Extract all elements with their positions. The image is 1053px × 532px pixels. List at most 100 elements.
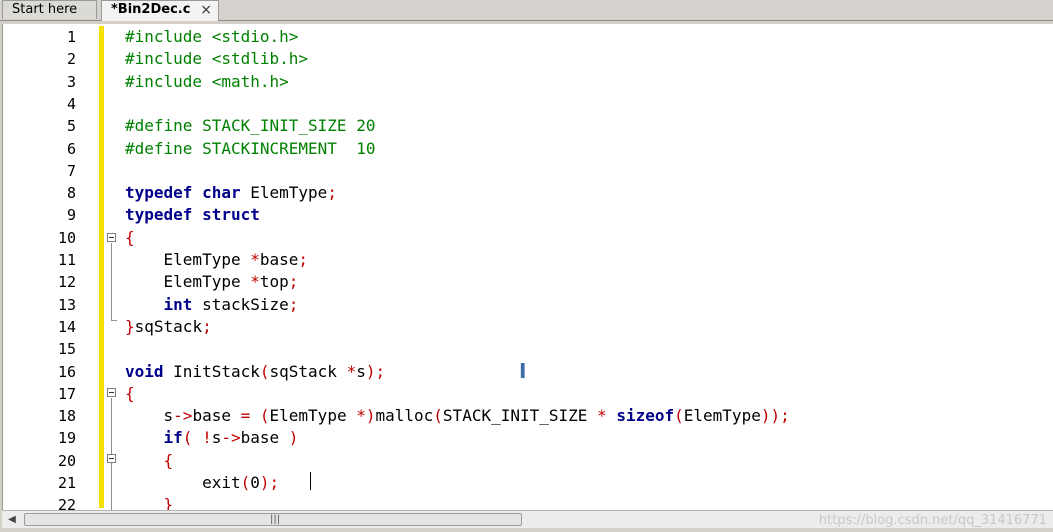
- code-token: exit: [125, 473, 241, 492]
- code-token: *: [250, 272, 260, 292]
- fold-guide: [111, 243, 112, 320]
- code-line[interactable]: 17 {: [3, 383, 1053, 405]
- code-token: (: [259, 361, 270, 381]
- code-token: STACK_INIT_SIZE: [442, 406, 598, 426]
- line-number: 14: [57, 317, 76, 336]
- code-line[interactable]: 18 s->base = (ElemType *)malloc(STACK_IN…: [3, 405, 1053, 427]
- tab-label: Start here: [12, 2, 78, 17]
- code-token: *): [356, 406, 376, 426]
- line-number: 16: [57, 362, 76, 381]
- code-line[interactable]: 19 if( !s->base ): [3, 427, 1053, 449]
- code-line[interactable]: 15: [3, 338, 1053, 360]
- code-token: #define STACKINCREMENT 10: [125, 138, 376, 158]
- code-token: ->: [173, 406, 193, 426]
- scroll-left-arrow-icon[interactable]: ◀: [4, 512, 20, 528]
- code-text: {: [125, 227, 135, 249]
- fold-minus-icon[interactable]: [107, 454, 116, 463]
- code-line[interactable]: 3 #include <math.h>: [3, 71, 1053, 93]
- code-token: #define STACK_INIT_SIZE 20: [125, 116, 376, 136]
- code-token: ;: [288, 294, 299, 314]
- code-text: }sqStack;: [125, 316, 212, 338]
- code-token: {: [125, 227, 135, 247]
- code-token: #include <stdlib.h>: [125, 49, 309, 69]
- window-bottom-edge: [0, 528, 1053, 532]
- code-text: ElemType *base;: [125, 249, 309, 271]
- line-number: 18: [57, 407, 76, 426]
- fold-end-marker: [111, 320, 117, 321]
- code-line[interactable]: 11 ElemType *base;: [3, 249, 1053, 271]
- line-number: 10: [57, 228, 76, 247]
- fold-minus-icon[interactable]: [107, 233, 116, 242]
- code-line[interactable]: 4: [3, 93, 1053, 115]
- line-number: 5: [66, 117, 76, 136]
- code-text: #include <stdlib.h>: [125, 48, 308, 70]
- code-token: s: [356, 361, 366, 381]
- code-token: ;: [202, 316, 212, 336]
- line-number: 17: [57, 384, 76, 403]
- code-token: {: [125, 450, 174, 470]
- code-token: {: [125, 383, 135, 403]
- code-token: ));: [760, 406, 790, 426]
- code-token: sqStack: [134, 316, 203, 336]
- code-token: ElemType: [683, 406, 761, 426]
- code-line[interactable]: 10 {: [3, 227, 1053, 249]
- code-line[interactable]: 14 }sqStack;: [3, 316, 1053, 338]
- tab-bin2dec[interactable]: *Bin2Dec.c ×: [101, 0, 219, 21]
- code-line[interactable]: 6 #define STACKINCREMENT 10: [3, 138, 1053, 160]
- code-line[interactable]: 12 ElemType *top;: [3, 271, 1053, 293]
- code-token: base: [240, 428, 289, 448]
- code-token: ElemType: [240, 183, 328, 203]
- close-icon[interactable]: ×: [200, 1, 212, 19]
- code-token: sqStack: [269, 361, 347, 381]
- line-number: 11: [57, 251, 76, 269]
- watermark: https://blog.csdn.net/qq_31416771: [818, 513, 1047, 528]
- code-line[interactable]: 1 #include <stdio.h>: [3, 26, 1053, 48]
- code-token: ElemType: [125, 272, 251, 292]
- tab-bar: Start here *Bin2Dec.c ×: [0, 0, 1053, 21]
- code-token: (: [674, 406, 684, 426]
- fold-minus-icon[interactable]: [107, 388, 116, 397]
- code-token: malloc: [375, 406, 434, 426]
- line-number: 6: [66, 139, 76, 158]
- code-token: }: [125, 495, 174, 510]
- tab-start-here[interactable]: Start here: [2, 0, 97, 19]
- line-number: 19: [57, 429, 76, 448]
- line-number: 20: [57, 451, 76, 470]
- code-token: typedef: [125, 183, 193, 203]
- code-token: int: [125, 294, 193, 314]
- code-token: (: [250, 406, 270, 426]
- code-line[interactable]: 21 exit(0);: [3, 472, 1053, 494]
- code-text: #include <math.h>: [125, 71, 289, 93]
- scrollbar-thumb[interactable]: |||: [24, 513, 522, 526]
- code-line[interactable]: 5 #define STACK_INIT_SIZE 20: [3, 115, 1053, 137]
- code-text: {: [125, 450, 174, 472]
- line-number: 22: [57, 496, 76, 510]
- line-number: 7: [66, 161, 76, 180]
- code-token: void: [125, 361, 164, 381]
- code-line[interactable]: 13 int stackSize;: [3, 294, 1053, 316]
- line-number: 8: [66, 184, 76, 203]
- code-line[interactable]: 7: [3, 160, 1053, 182]
- code-line[interactable]: 16 void InitStack(sqStack *s);: [3, 361, 1053, 383]
- code-line[interactable]: 9 typedef struct: [3, 204, 1053, 226]
- code-token: *: [597, 406, 607, 426]
- code-line[interactable]: 8 typedef char ElemType;: [3, 182, 1053, 204]
- code-token: char: [192, 183, 241, 203]
- code-token: #include <stdio.h>: [125, 27, 299, 46]
- code-token: s: [211, 428, 222, 448]
- code-editor[interactable]: 1 #include <stdio.h> 2 #include <stdlib.h> 3…: [2, 24, 1053, 510]
- code-token: !: [202, 428, 212, 448]
- code-line[interactable]: 20 {: [3, 450, 1053, 472]
- code-text: typedef char ElemType;: [125, 182, 337, 204]
- code-token: InitStack: [163, 361, 260, 381]
- code-line[interactable]: 2 #include <stdlib.h>: [3, 48, 1053, 70]
- code-text: if( !s->base ): [125, 427, 299, 449]
- scrollbar-grip-icon: |||: [270, 514, 281, 525]
- code-text: typedef struct: [125, 204, 260, 226]
- code-text: #define STACKINCREMENT 10: [125, 138, 375, 160]
- code-token: ->: [221, 428, 241, 448]
- line-number: 12: [57, 273, 76, 292]
- code-token: ElemType: [125, 250, 251, 269]
- code-line[interactable]: 22 }: [3, 494, 1053, 510]
